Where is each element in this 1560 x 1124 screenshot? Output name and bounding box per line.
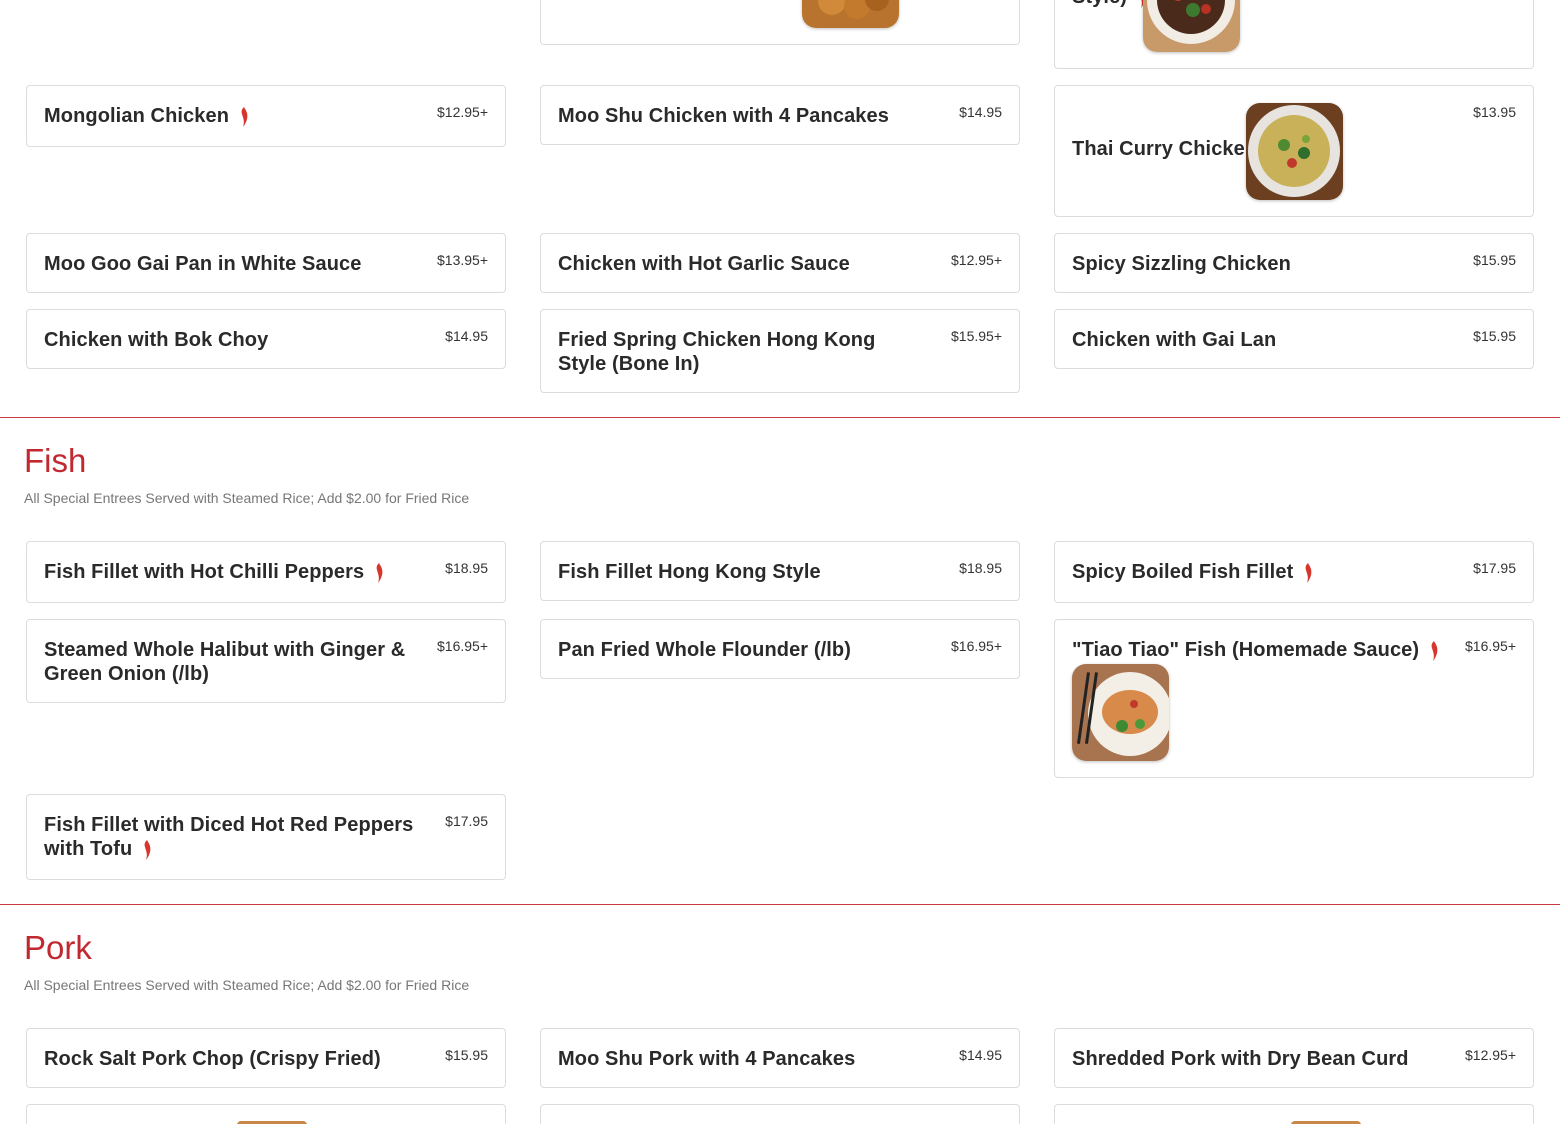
menu-item-card[interactable]: Thai Curry Chicken $13.95	[1054, 85, 1534, 217]
food-photo	[802, 0, 899, 28]
menu-item-name: Steamed Whole Halibut with Ginger & Gree…	[44, 639, 406, 685]
menu-item-name: Moo Goo Gai Pan in White Sauce	[44, 253, 362, 275]
menu-item-price: $15.95	[1473, 252, 1516, 268]
menu-item-name: Thai Curry Chicken	[1072, 138, 1258, 160]
menu-item-name: Chicken with Gai Lan	[1072, 329, 1277, 351]
menu-item-price: $18.95	[959, 560, 1002, 576]
chili-pepper-icon	[1305, 562, 1312, 583]
menu-item-name: Fried Spring Chicken Hong Kong Style (Bo…	[558, 329, 876, 375]
menu-item-price: $13.95+	[437, 252, 488, 268]
menu-item-price: $17.95	[1473, 560, 1516, 576]
menu-item-price: $16.95+	[1465, 638, 1516, 654]
menu-item-name: Fish Fillet with Hot Chilli Peppers	[44, 560, 384, 584]
menu-item-card-partial[interactable]	[26, 1104, 506, 1124]
chili-pepper-icon	[144, 839, 151, 860]
menu-item-card[interactable]: Steamed Whole Halibut with Ginger & Gree…	[26, 619, 506, 703]
menu-item-name: Moo Shu Pork with 4 Pancakes	[558, 1048, 856, 1070]
menu-item-card-partial-right[interactable]: Style)	[1054, 0, 1534, 69]
menu-item-name: Rock Salt Pork Chop (Crispy Fried)	[44, 1048, 381, 1070]
menu-item-price: $16.95+	[437, 638, 488, 654]
menu-item-card-partial[interactable]	[540, 1104, 1020, 1124]
menu-item-card[interactable]: Chicken with Hot Garlic Sauce $12.95+	[540, 233, 1020, 293]
menu-item-name: Fish Fillet with Diced Hot Red Peppers w…	[44, 814, 414, 860]
section-divider	[0, 904, 1560, 905]
chili-pepper-icon	[241, 106, 248, 127]
menu-item-name: Pan Fried Whole Flounder (/lb)	[558, 639, 851, 661]
menu-item-price: $15.95	[445, 1047, 488, 1063]
menu-item-name: Fish Fillet Hong Kong Style	[558, 561, 821, 583]
menu-item-card[interactable]: Shredded Pork with Dry Bean Curd $12.95+	[1054, 1028, 1534, 1088]
menu-item-price: $12.95+	[437, 104, 488, 120]
menu-item-card[interactable]: Moo Shu Pork with 4 Pancakes $14.95	[540, 1028, 1020, 1088]
menu-item-price: $17.95	[445, 813, 488, 829]
section-title-fish: Fish	[24, 442, 87, 479]
menu-item-card[interactable]: Fish Fillet Hong Kong Style $18.95	[540, 541, 1020, 601]
menu-item-price: $14.95	[959, 104, 1002, 120]
menu-item-card[interactable]: Fish Fillet with Hot Chilli Peppers $18.…	[26, 541, 506, 603]
section-divider	[0, 417, 1560, 418]
section-subtitle: All Special Entrees Served with Steamed …	[24, 490, 470, 506]
menu-item-price: $12.95+	[1465, 1047, 1516, 1063]
menu-item-card[interactable]: Moo Goo Gai Pan in White Sauce $13.95+	[26, 233, 506, 293]
menu-item-name: Mongolian Chicken	[44, 104, 249, 128]
food-photo	[1143, 0, 1240, 52]
menu-item-price: $14.95	[445, 328, 488, 344]
section-subtitle: All Special Entrees Served with Steamed …	[24, 977, 470, 993]
menu-item-card[interactable]: Moo Shu Chicken with 4 Pancakes $14.95	[540, 85, 1020, 145]
menu-item-card[interactable]: Pan Fried Whole Flounder (/lb) $16.95+	[540, 619, 1020, 679]
menu-item-card[interactable]: Rock Salt Pork Chop (Crispy Fried) $15.9…	[26, 1028, 506, 1088]
menu-item-name: Chicken with Bok Choy	[44, 329, 269, 351]
menu-item-name: Chicken with Hot Garlic Sauce	[558, 253, 850, 275]
chili-pepper-icon	[1431, 640, 1438, 661]
menu-item-card[interactable]: Mongolian Chicken $12.95+	[26, 85, 506, 147]
menu-item-price: $13.95	[1473, 104, 1516, 120]
menu-item-card[interactable]: Fried Spring Chicken Hong Kong Style (Bo…	[540, 309, 1020, 393]
menu-item-price: $18.95	[445, 560, 488, 576]
menu-item-card-partial[interactable]	[1054, 1104, 1534, 1124]
menu-item-card[interactable]: Spicy Boiled Fish Fillet $17.95	[1054, 541, 1534, 603]
food-photo	[1246, 103, 1343, 200]
menu-item-price: $15.95+	[951, 328, 1002, 344]
chili-pepper-icon	[376, 562, 383, 583]
menu-item-card[interactable]: "Tiao Tiao" Fish (Homemade Sauce) $16.95…	[1054, 619, 1534, 778]
menu-item-price: $16.95+	[951, 638, 1002, 654]
menu-item-name: Spicy Sizzling Chicken	[1072, 253, 1291, 275]
menu-item-card[interactable]: Chicken with Gai Lan $15.95	[1054, 309, 1534, 369]
menu-item-price: $14.95	[959, 1047, 1002, 1063]
menu-item-card[interactable]: Spicy Sizzling Chicken $15.95	[1054, 233, 1534, 293]
section-title-pork: Pork	[24, 929, 92, 966]
menu-item-price: $15.95	[1473, 328, 1516, 344]
menu-item-name: Moo Shu Chicken with 4 Pancakes	[558, 105, 889, 127]
menu-item-name: Shredded Pork with Dry Bean Curd	[1072, 1048, 1409, 1070]
menu-item-name-fragment: Style)	[1072, 0, 1147, 9]
menu-item-price: $12.95+	[951, 252, 1002, 268]
menu-item-name: "Tiao Tiao" Fish (Homemade Sauce)	[1072, 638, 1439, 662]
menu-item-card-partial-middle[interactable]	[540, 0, 1020, 45]
menu-item-card[interactable]: Chicken with Bok Choy $14.95	[26, 309, 506, 369]
menu-item-name: Spicy Boiled Fish Fillet	[1072, 560, 1313, 584]
food-photo	[1072, 664, 1169, 761]
menu-item-card[interactable]: Fish Fillet with Diced Hot Red Peppers w…	[26, 794, 506, 880]
